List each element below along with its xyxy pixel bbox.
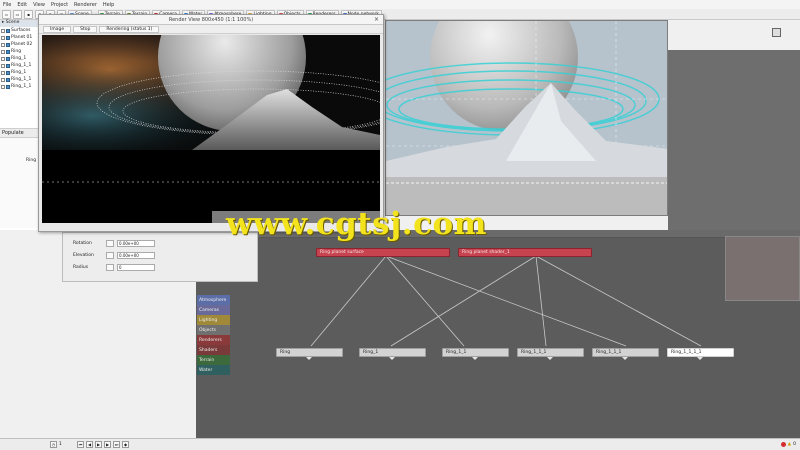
render-canvas[interactable] [42, 35, 380, 223]
scene-item[interactable]: Planet 02 [0, 41, 39, 48]
node-output-icon [697, 357, 703, 360]
node-ring-planet-shader[interactable]: Ring planet shader_1 [458, 248, 592, 257]
node-ring-planet-surface[interactable]: Ring planet surface [316, 248, 450, 257]
node-ring-1-1-1-1[interactable]: Ring_1_1_1_1 [667, 348, 734, 357]
category-lighting[interactable]: Lighting [197, 315, 230, 325]
node-output-icon [306, 357, 312, 360]
prev-frame-icon[interactable]: ◀ [86, 441, 93, 448]
category-atmosphere[interactable]: Atmosphere [197, 295, 230, 305]
checkbox-icon[interactable] [1, 35, 5, 40]
close-icon[interactable]: × [374, 16, 379, 23]
category-water[interactable]: Water [197, 365, 230, 375]
node-ring-1-1-1-b[interactable]: Ring_1_1_1 [592, 348, 659, 357]
tab-populate[interactable]: Populate [0, 129, 40, 138]
panel-toggle-icon[interactable] [772, 28, 781, 37]
category-renderers[interactable]: Renderers [197, 335, 230, 345]
key-icon[interactable]: ◆ [122, 441, 129, 448]
checkbox-icon[interactable] [1, 42, 5, 47]
checkbox-icon[interactable] [1, 63, 5, 68]
property-elevation: Elevation 0.00e+00 [73, 251, 155, 259]
render-image [42, 35, 380, 223]
node-ring[interactable]: Ring [276, 348, 343, 357]
scene-item[interactable]: Ring [0, 48, 39, 55]
property-rotation: Rotation 0.00e+00 [73, 239, 155, 247]
object-icon [6, 56, 10, 61]
next-frame-icon[interactable]: ▶ [104, 441, 111, 448]
checkbox-icon[interactable] [1, 28, 5, 33]
scene-item[interactable]: Planet 01 [0, 34, 39, 41]
keyframe-icon[interactable] [106, 239, 114, 247]
play-icon[interactable]: ▶ [95, 441, 102, 448]
menu-project[interactable]: Project [51, 2, 68, 8]
category-objects[interactable]: Objects [197, 325, 230, 335]
node-output-icon [389, 357, 395, 360]
scene-panel-header: ▸ Scene [0, 20, 39, 27]
checkbox-icon[interactable] [1, 70, 5, 75]
record-icon[interactable] [780, 442, 786, 447]
object-icon [6, 70, 10, 75]
object-icon [6, 63, 10, 68]
node-output-icon [622, 357, 628, 360]
scene-item[interactable]: Ring_1 [0, 55, 39, 62]
category-cameras[interactable]: Cameras [197, 305, 230, 315]
menu-file[interactable]: File [3, 2, 11, 8]
checkbox-icon[interactable] [1, 84, 5, 89]
checkbox-icon[interactable] [1, 49, 5, 54]
render-window: Render View 800x450 (1:1 100%) × Image S… [38, 14, 384, 232]
render-window-titlebar: Render View 800x450 (1:1 100%) × [39, 15, 383, 25]
radius-field[interactable]: 0 [117, 263, 155, 271]
checkbox-icon[interactable] [1, 77, 5, 82]
menu-view[interactable]: View [33, 2, 45, 8]
checkbox-icon[interactable] [1, 56, 5, 61]
object-icon [6, 77, 10, 82]
warning-icon[interactable]: ▲ [788, 442, 791, 447]
category-shaders[interactable]: Shaders [197, 345, 230, 355]
populate-panel: Populate Ring [0, 128, 40, 228]
object-icon [6, 42, 10, 47]
3d-viewport[interactable] [385, 20, 668, 216]
last-frame-icon[interactable]: ⏭ [113, 441, 120, 448]
scene-item[interactable]: Ring_1_1 [0, 83, 39, 90]
category-terrain[interactable]: Terrain [197, 355, 230, 365]
node-output-icon [472, 357, 478, 360]
elevation-field[interactable]: 0.00e+00 [117, 251, 155, 259]
menu-bar: File Edit View Project Renderer Help [0, 0, 800, 9]
node-output-icon [547, 357, 553, 360]
menu-help[interactable]: Help [103, 2, 114, 8]
watermark: www.cgtsj.com [226, 206, 487, 242]
object-icon [6, 28, 10, 33]
menu-renderer[interactable]: Renderer [74, 2, 97, 8]
populate-label: Ring [26, 158, 37, 163]
scene-item[interactable]: Ring_1_1 [0, 76, 39, 83]
menu-edit[interactable]: Edit [17, 2, 27, 8]
keyframe-icon[interactable] [106, 251, 114, 259]
first-frame-icon[interactable]: ⏮ [77, 441, 84, 448]
stop-button[interactable]: Stop [73, 25, 98, 33]
status-bar: ◷ 1 ⏮ ◀ ▶ ▶ ⏭ ◆ ▲ 0 [0, 438, 800, 450]
tab-image[interactable]: Image [43, 25, 72, 33]
node-ring-1-1[interactable]: Ring_1_1 [442, 348, 509, 357]
open-file-icon[interactable]: ▭ [13, 9, 22, 19]
keyframe-icon[interactable] [106, 263, 114, 271]
viewport-scene [386, 21, 667, 215]
new-file-icon[interactable]: ▫ [2, 9, 11, 19]
frame-number[interactable]: 1 [59, 442, 75, 447]
save-icon[interactable]: ▪ [24, 9, 33, 19]
right-panel [668, 20, 800, 230]
node-ring-1-1-1[interactable]: Ring_1_1_1 [517, 348, 584, 357]
scene-item[interactable]: Ring_1_1 [0, 62, 39, 69]
property-radius: Radius 0 [73, 263, 155, 271]
timeline-icon[interactable]: ◷ [50, 441, 57, 448]
rendering-status: Rendering (status 1) [99, 25, 160, 33]
scene-item[interactable]: Ring_1 [0, 69, 39, 76]
rotation-field[interactable]: 0.00e+00 [117, 239, 155, 247]
object-icon [6, 49, 10, 54]
object-icon [6, 84, 10, 89]
node-ring-1[interactable]: Ring_1 [359, 348, 426, 357]
object-icon [6, 35, 10, 40]
status-value: 0 [793, 442, 796, 447]
scene-item[interactable]: Surfaces [0, 27, 39, 34]
node-connections [310, 255, 702, 347]
render-toolbar: Image Stop Rendering (status 1) [39, 25, 383, 34]
